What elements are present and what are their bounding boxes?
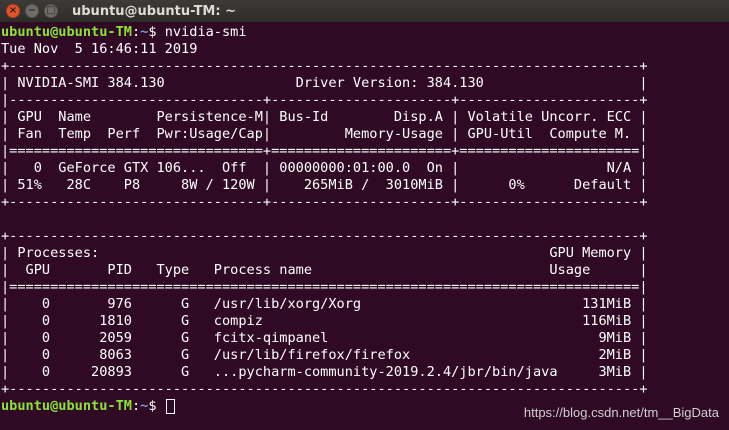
- close-icon: ×: [8, 5, 18, 16]
- prompt-colon: :: [131, 398, 141, 414]
- output-line: | 0 8063 G /usr/lib/firefox/firefox 2MiB…: [1, 347, 648, 363]
- minimize-icon: −: [27, 5, 37, 16]
- maximize-icon: □: [46, 5, 56, 16]
- output-line: | 51% 28C P8 8W / 120W | 265MiB / 3010Mi…: [1, 177, 648, 193]
- terminal-area[interactable]: ubuntu@ubuntu-TM: ~ $ nvidia-smi Tue Nov 5…: [1, 24, 727, 428]
- output-line: |-------------------------------+-------…: [1, 92, 648, 108]
- command-prompt-line: ubuntu@ubuntu-TM: ~ $ nvidia-smi: [1, 24, 727, 41]
- prompt-user-host: ubuntu@ubuntu-TM: [1, 24, 132, 40]
- output-line: | 0 976 G /usr/lib/xorg/Xorg 131MiB |: [1, 296, 648, 312]
- output-line: | 0 GeForce GTX 106... Off | 00000000:01…: [1, 160, 648, 176]
- output-line: +---------------------------------------…: [1, 381, 648, 397]
- prompt-user-host: ubuntu@ubuntu-TM: [1, 398, 132, 414]
- output-line: +-------------------------------+-------…: [1, 194, 648, 210]
- window-titlebar[interactable]: × − □ ubuntu@ubuntu-TM: ~: [0, 0, 729, 22]
- minimize-button[interactable]: −: [25, 4, 39, 18]
- output-line: +---------------------------------------…: [1, 228, 648, 244]
- prompt-symbol: $: [148, 24, 165, 40]
- watermark: https://blog.csdn.net/tm__BigData: [523, 405, 719, 420]
- output-line: | NVIDIA-SMI 384.130 Driver Version: 384…: [1, 75, 648, 91]
- output-line: | Processes: GPU Memory |: [1, 245, 648, 261]
- prompt-symbol: $: [148, 398, 165, 414]
- window-title: ubuntu@ubuntu-TM: ~: [72, 3, 236, 19]
- output-line: | 0 20893 G ...pycharm-community-2019.2.…: [1, 364, 648, 380]
- maximize-button[interactable]: □: [44, 4, 58, 18]
- output-line: |=======================================…: [1, 279, 648, 295]
- output-line: | GPU Name Persistence-M| Bus-Id Disp.A …: [1, 109, 648, 125]
- output-line: |===============================+=======…: [1, 143, 648, 159]
- command-text: nvidia-smi: [164, 24, 247, 40]
- prompt-colon: :: [131, 24, 141, 40]
- output-line: | GPU PID Type Process name Usage |: [1, 262, 648, 278]
- text-cursor[interactable]: [165, 399, 175, 414]
- prompt-path: ~: [140, 24, 149, 40]
- output-line: +---------------------------------------…: [1, 58, 648, 74]
- output-line: Tue Nov 5 16:46:11 2019: [1, 41, 255, 57]
- prompt-path: ~: [140, 398, 149, 414]
- output-line: | 0 1810 G compiz 116MiB |: [1, 313, 648, 329]
- close-button[interactable]: ×: [6, 4, 20, 18]
- output-line: | 0 2059 G fcitx-qimpanel 9MiB |: [1, 330, 648, 346]
- output-line: | Fan Temp Perf Pwr:Usage/Cap| Memory-Us…: [1, 126, 648, 142]
